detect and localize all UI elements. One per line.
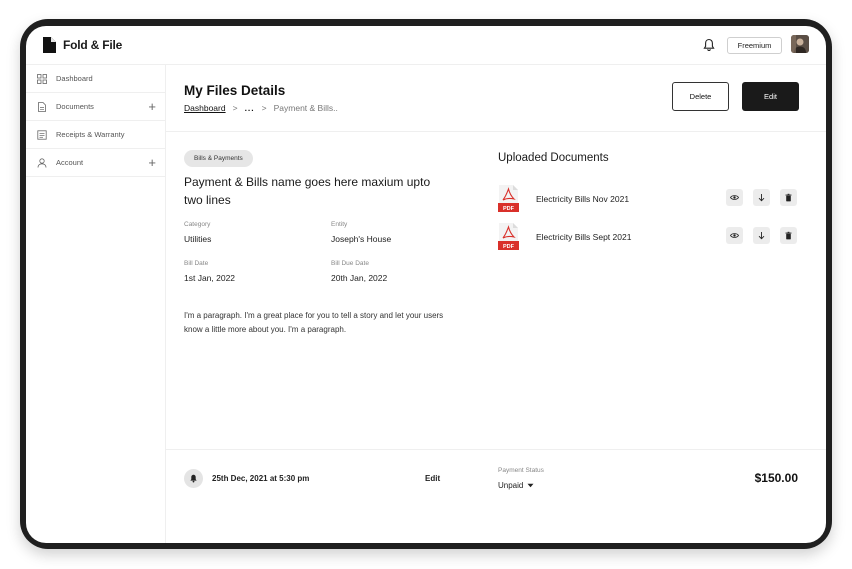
breadcrumb-separator: > xyxy=(261,103,267,113)
app-name: Fold & File xyxy=(63,38,123,52)
avatar-photo-icon xyxy=(791,35,809,53)
user-icon xyxy=(37,157,47,168)
sidebar-item-label: Dashboard xyxy=(56,74,93,83)
page-header: My Files Details Dashboard > ... > Payme… xyxy=(166,65,826,132)
pdf-file-icon: PDF xyxy=(498,223,519,250)
notification-bell-icon[interactable] xyxy=(702,38,716,52)
caret-down-icon xyxy=(527,483,534,488)
description-paragraph: I'm a paragraph. I'm a great place for y… xyxy=(184,311,444,334)
category-tag: Bills & Payments xyxy=(184,150,253,167)
sidebar-item-account[interactable]: Account + xyxy=(26,149,165,177)
bill-footer: 25th Dec, 2021 at 5:30 pm Edit Payment S… xyxy=(166,449,826,543)
breadcrumb-ellipsis[interactable]: ... xyxy=(245,103,255,113)
sidebar-item-dashboard[interactable]: Dashboard xyxy=(26,65,165,93)
download-document-button[interactable] xyxy=(753,227,770,244)
edit-button[interactable]: Edit xyxy=(742,82,799,111)
sidebar-item-receipts[interactable]: Receipts & Warranty xyxy=(26,121,165,149)
entity-label: Entity xyxy=(331,221,348,228)
sidebar-item-label: Account xyxy=(56,158,84,167)
delete-document-button[interactable] xyxy=(780,227,797,244)
download-icon xyxy=(758,232,765,240)
edit-reminder-link[interactable]: Edit xyxy=(425,474,440,483)
delete-document-button[interactable] xyxy=(780,189,797,206)
grid-icon xyxy=(37,73,47,84)
sidebar-item-label: Documents xyxy=(56,102,94,111)
due-date-label: Bill Due Date xyxy=(331,260,369,267)
document-name: Electricity Bills Nov 2021 xyxy=(536,194,630,204)
trash-icon xyxy=(785,193,792,202)
bill-date-value: 1st Jan, 2022 xyxy=(184,273,236,283)
bill-name: Payment & Bills name goes here maxium up… xyxy=(184,175,431,207)
sidebar: Dashboard Documents + Receipts & Warrant… xyxy=(26,65,166,543)
expand-documents-icon[interactable]: + xyxy=(148,100,156,113)
app-logo[interactable]: Fold & File xyxy=(43,37,122,53)
document-icon xyxy=(38,101,46,112)
bill-amount: $150.00 xyxy=(754,471,798,485)
uploaded-documents-title: Uploaded Documents xyxy=(498,152,609,164)
receipt-icon xyxy=(37,129,47,140)
download-document-button[interactable] xyxy=(753,189,770,206)
pdf-file-icon: PDF xyxy=(498,185,519,212)
eye-icon xyxy=(730,195,739,200)
bill-date-label: Bill Date xyxy=(184,260,209,267)
plan-button[interactable]: Freemium xyxy=(727,37,782,54)
payment-status-dropdown[interactable]: Unpaid xyxy=(498,481,534,490)
bell-icon xyxy=(190,474,197,483)
breadcrumb-separator: > xyxy=(232,103,238,113)
user-avatar[interactable] xyxy=(791,35,809,53)
category-value: Utilities xyxy=(184,234,212,244)
pdf-badge-text: PDF xyxy=(503,206,515,212)
app-screen: Fold & File Freemium Dashboard Documents… xyxy=(26,26,826,543)
download-icon xyxy=(758,194,765,202)
reminder-bell-button[interactable] xyxy=(184,469,203,488)
sidebar-item-documents[interactable]: Documents + xyxy=(26,93,165,121)
payment-status-value: Unpaid xyxy=(498,481,524,490)
delete-button[interactable]: Delete xyxy=(672,82,729,111)
document-row[interactable]: PDF Electricity Bills Sept 2021 xyxy=(498,223,798,253)
top-bar: Fold & File Freemium xyxy=(26,26,826,65)
reminder-datetime: 25th Dec, 2021 at 5:30 pm xyxy=(212,474,310,483)
document-name: Electricity Bills Sept 2021 xyxy=(536,232,632,242)
trash-icon xyxy=(785,231,792,240)
page-title: My Files Details xyxy=(184,83,286,98)
view-document-button[interactable] xyxy=(726,189,743,206)
due-date-value: 20th Jan, 2022 xyxy=(331,273,388,283)
logo-icon xyxy=(43,37,56,53)
category-label: Category xyxy=(184,221,211,228)
breadcrumb-current: Payment & Bills.. xyxy=(273,103,338,113)
payment-status-label: Payment Status xyxy=(498,467,544,474)
pdf-badge-text: PDF xyxy=(503,244,515,250)
entity-value: Joseph's House xyxy=(331,234,392,244)
document-row[interactable]: PDF Electricity Bills Nov 2021 xyxy=(498,185,798,215)
eye-icon xyxy=(730,233,739,238)
expand-account-icon[interactable]: + xyxy=(148,156,156,169)
breadcrumb-dashboard-link[interactable]: Dashboard xyxy=(184,103,226,113)
breadcrumb: Dashboard > ... > Payment & Bills.. xyxy=(184,103,338,113)
view-document-button[interactable] xyxy=(726,227,743,244)
sidebar-item-label: Receipts & Warranty xyxy=(56,130,125,139)
